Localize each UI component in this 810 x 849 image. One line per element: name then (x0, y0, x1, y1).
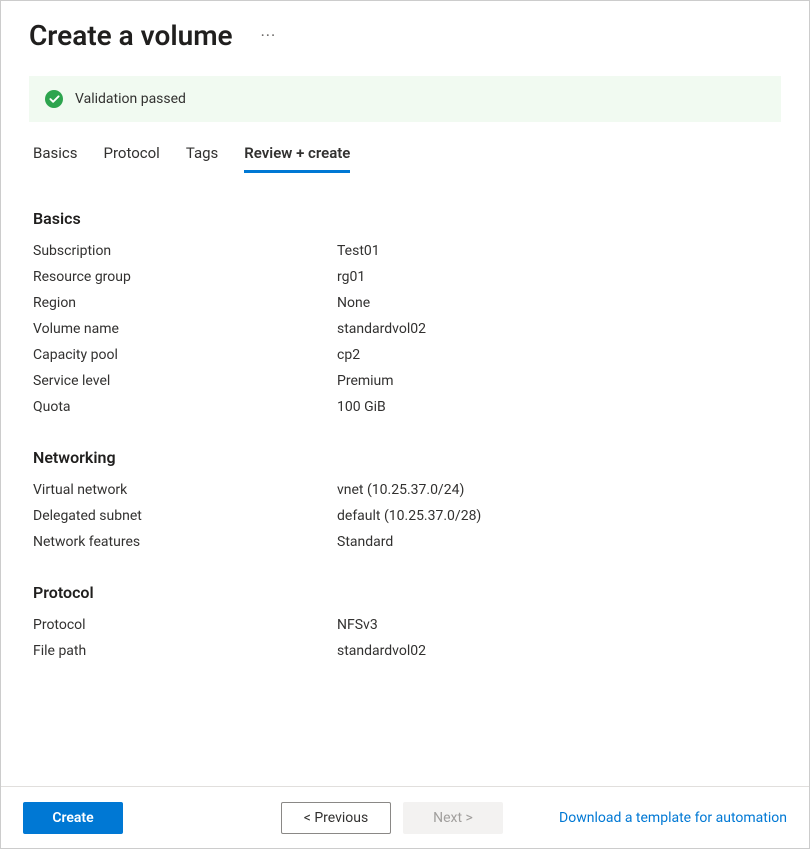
label-resource-group: Resource group (33, 269, 337, 285)
value-virtual-network: vnet (10.25.37.0/24) (337, 482, 464, 498)
value-protocol: NFSv3 (337, 617, 378, 633)
validation-message: Validation passed (75, 91, 186, 107)
value-volume-name: standardvol02 (337, 321, 426, 337)
label-subscription: Subscription (33, 243, 337, 259)
row-virtual-network: Virtual network vnet (10.25.37.0/24) (33, 477, 777, 503)
tab-tags[interactable]: Tags (186, 144, 218, 173)
page-title: Create a volume (29, 19, 233, 52)
value-subscription: Test01 (337, 243, 380, 259)
more-actions-icon[interactable]: ··· (261, 26, 277, 45)
tab-review-create[interactable]: Review + create (244, 144, 350, 173)
validation-banner: Validation passed (29, 76, 781, 122)
value-service-level: Premium (337, 373, 394, 389)
section-title-networking: Networking (33, 448, 777, 467)
row-region: Region None (33, 290, 777, 316)
label-file-path: File path (33, 643, 337, 659)
row-quota: Quota 100 GiB (33, 394, 777, 420)
section-title-basics: Basics (33, 209, 777, 228)
label-quota: Quota (33, 399, 337, 415)
label-protocol: Protocol (33, 617, 337, 633)
row-file-path: File path standardvol02 (33, 638, 777, 664)
row-service-level: Service level Premium (33, 368, 777, 394)
previous-button[interactable]: < Previous (281, 802, 391, 834)
label-capacity-pool: Capacity pool (33, 347, 337, 363)
label-network-features: Network features (33, 534, 337, 550)
row-delegated-subnet: Delegated subnet default (10.25.37.0/28) (33, 503, 777, 529)
value-network-features: Standard (337, 534, 393, 550)
value-capacity-pool: cp2 (337, 347, 360, 363)
row-subscription: Subscription Test01 (33, 238, 777, 264)
value-region: None (337, 295, 370, 311)
check-circle-icon (45, 90, 63, 108)
row-network-features: Network features Standard (33, 529, 777, 555)
value-quota: 100 GiB (337, 399, 386, 415)
label-delegated-subnet: Delegated subnet (33, 508, 337, 524)
label-virtual-network: Virtual network (33, 482, 337, 498)
row-capacity-pool: Capacity pool cp2 (33, 342, 777, 368)
value-file-path: standardvol02 (337, 643, 426, 659)
row-protocol: Protocol NFSv3 (33, 612, 777, 638)
value-delegated-subnet: default (10.25.37.0/28) (337, 508, 481, 524)
next-button: Next > (403, 802, 503, 834)
row-resource-group: Resource group rg01 (33, 264, 777, 290)
tab-basics[interactable]: Basics (33, 144, 78, 173)
create-button[interactable]: Create (23, 802, 123, 834)
row-volume-name: Volume name standardvol02 (33, 316, 777, 342)
download-template-link[interactable]: Download a template for automation (559, 810, 787, 826)
label-region: Region (33, 295, 337, 311)
tab-bar: Basics Protocol Tags Review + create (1, 122, 809, 173)
value-resource-group: rg01 (337, 269, 365, 285)
label-service-level: Service level (33, 373, 337, 389)
footer-bar: Create < Previous Next > Download a temp… (1, 786, 809, 848)
label-volume-name: Volume name (33, 321, 337, 337)
section-title-protocol: Protocol (33, 583, 777, 602)
tab-protocol[interactable]: Protocol (104, 144, 160, 173)
